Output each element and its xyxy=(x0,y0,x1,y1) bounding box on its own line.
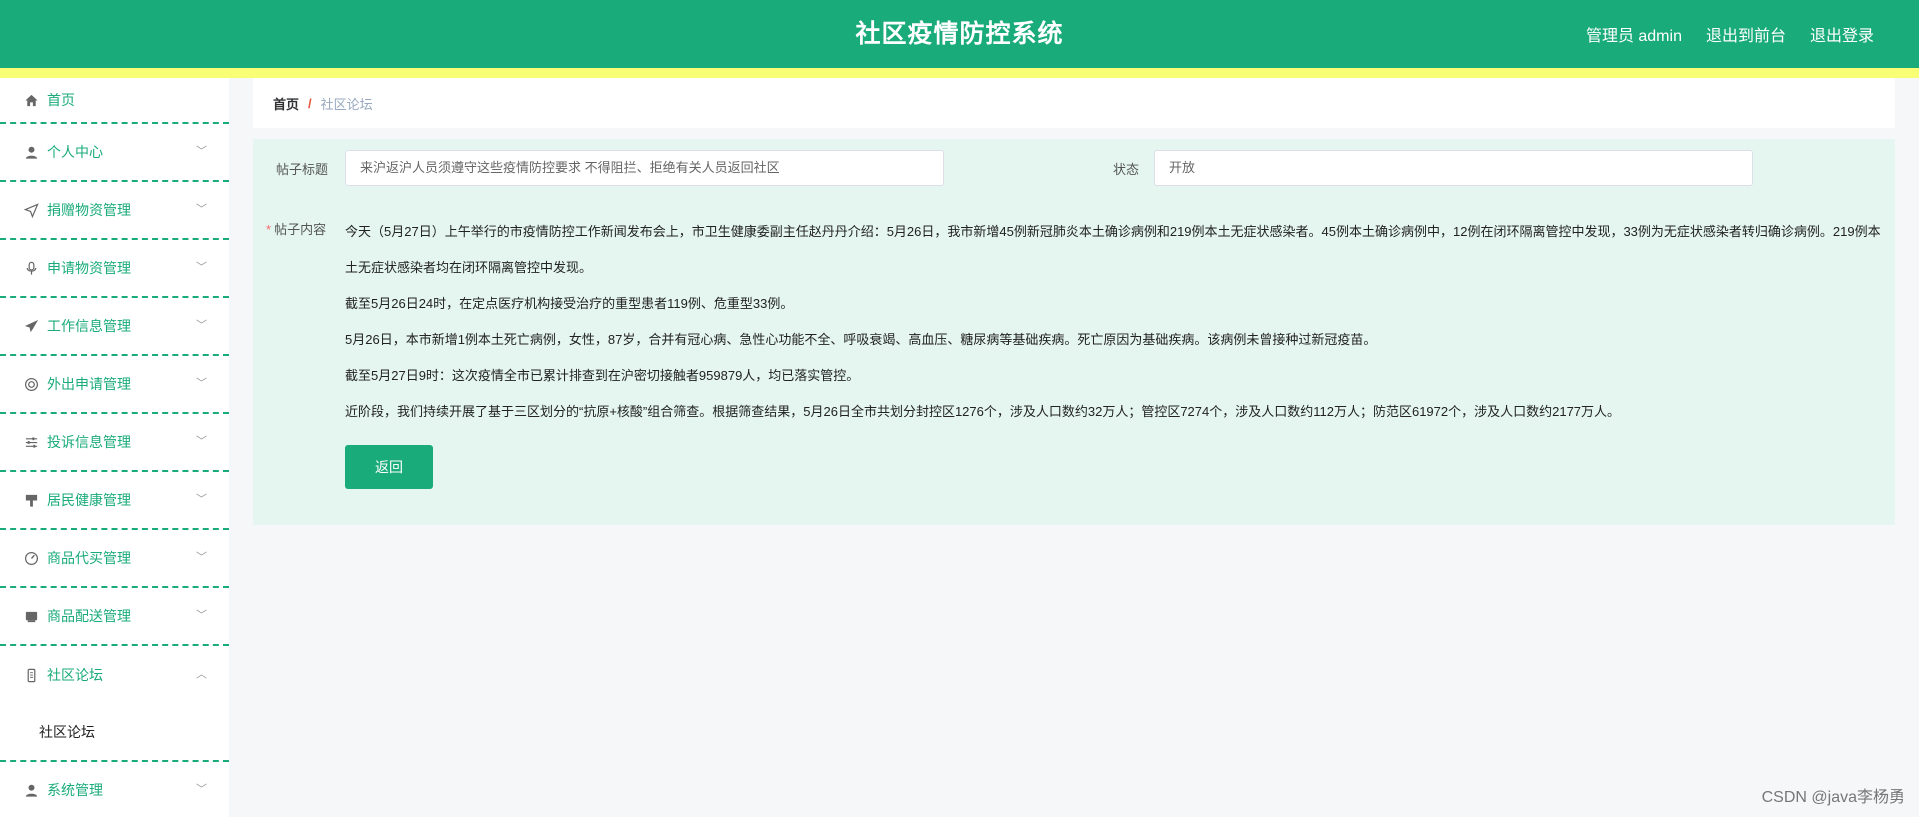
paper-plane-icon xyxy=(23,318,39,334)
content-paragraph: 截至5月26日24时，在定点医疗机构接受治疗的重型患者119例、危重型33例。 xyxy=(345,296,794,311)
chevron-down-icon: ﹀ xyxy=(196,435,207,448)
sidebar-item-donation[interactable]: 捐赠物资管理 ﹀ xyxy=(0,182,229,240)
chevron-down-icon: ﹀ xyxy=(196,783,207,796)
sidebar-item-label: 系统管理 xyxy=(47,782,103,798)
post-content-label: * 帖子内容 xyxy=(266,219,326,238)
sidebar-item-label: 居民健康管理 xyxy=(47,492,131,508)
sidebar-item-apply-supplies[interactable]: 申请物资管理 ﹀ xyxy=(0,240,229,298)
breadcrumb: 首页 / 社区论坛 xyxy=(253,78,1895,128)
chevron-down-icon: ﹀ xyxy=(196,319,207,332)
post-content-label-text: 帖子内容 xyxy=(274,222,327,237)
sidebar-item-label: 申请物资管理 xyxy=(47,260,131,276)
post-content: 今天（5月27日）上午举行的市疫情防控工作新闻发布会上，市卫生健康委副主任赵丹丹… xyxy=(345,214,1885,430)
sidebar-item-label: 投诉信息管理 xyxy=(47,434,131,450)
sidebar-item-complaints[interactable]: 投诉信息管理 ﹀ xyxy=(0,414,229,472)
user-icon xyxy=(23,782,39,798)
post-title-label: 帖子标题 xyxy=(276,162,329,177)
chevron-down-icon: ﹀ xyxy=(196,493,207,506)
sidebar-item-system[interactable]: 系统管理 ﹀ xyxy=(0,762,229,817)
box-icon xyxy=(23,608,39,624)
chevron-down-icon: ﹀ xyxy=(196,261,207,274)
content-paragraph: 截至5月27日9时：这次疫情全市已累计排查到在沪密切接触者959879人，均已落… xyxy=(345,368,860,383)
header-nav: 管理员 admin 退出到前台 退出登录 xyxy=(1586,0,1874,68)
content-paragraph: 近阶段，我们持续开展了基于三区划分的“抗原+核酸”组合筛查。根据筛查结果，5月2… xyxy=(345,404,1621,419)
sidebar-item-label: 工作信息管理 xyxy=(47,318,131,334)
phone-icon xyxy=(23,667,39,683)
sidebar-item-forum[interactable]: 社区论坛 ︿ xyxy=(0,646,229,704)
breadcrumb-separator: / xyxy=(308,95,312,111)
send-icon xyxy=(23,202,39,218)
chevron-down-icon: ﹀ xyxy=(196,551,207,564)
content-paragraph: 5月26日，本市新增1例本土死亡病例，女性，87岁，合并有冠心病、急性心功能不全… xyxy=(345,332,1377,347)
user-icon xyxy=(23,144,39,160)
brush-icon xyxy=(23,492,39,508)
sidebar-item-label: 捐赠物资管理 xyxy=(47,202,131,218)
breadcrumb-home[interactable]: 首页 xyxy=(273,94,299,113)
sidebar: 首页 个人中心 ﹀ 捐赠物资管理 ﹀ 申请物资管理 ﹀ 工作信息管理 ﹀ 外出申… xyxy=(0,78,229,817)
exit-to-front-link[interactable]: 退出到前台 xyxy=(1706,22,1786,46)
breadcrumb-current: 社区论坛 xyxy=(320,96,373,112)
microphone-icon xyxy=(23,260,39,276)
chevron-down-icon: ﹀ xyxy=(196,609,207,622)
sidebar-item-home[interactable]: 首页 xyxy=(0,78,229,124)
admin-label: 管理员 admin xyxy=(1585,28,1682,45)
watermark: CSDN @java李杨勇 xyxy=(1761,789,1905,806)
logout-link[interactable]: 退出登录 xyxy=(1810,22,1874,46)
chevron-down-icon: ﹀ xyxy=(196,145,207,158)
sidebar-item-outing-apply[interactable]: 外出申请管理 ﹀ xyxy=(0,356,229,414)
content-paragraph: 今天（5月27日）上午举行的市疫情防控工作新闻发布会上，市卫生健康委副主任赵丹丹… xyxy=(345,224,1881,275)
back-button[interactable]: 返回 xyxy=(345,445,433,489)
status-input[interactable]: 开放 xyxy=(1154,150,1753,186)
lifebuoy-icon xyxy=(23,376,39,392)
sidebar-item-purchase-agent[interactable]: 商品代买管理 ﹀ xyxy=(0,530,229,588)
sidebar-item-delivery[interactable]: 商品配送管理 ﹀ xyxy=(0,588,229,646)
sliders-icon xyxy=(23,434,39,450)
sidebar-item-label: 个人中心 xyxy=(47,144,103,160)
sidebar-item-label: 社区论坛 xyxy=(47,667,103,683)
sidebar-item-work-info[interactable]: 工作信息管理 ﹀ xyxy=(0,298,229,356)
chevron-down-icon: ﹀ xyxy=(196,377,207,390)
chevron-down-icon: ﹀ xyxy=(196,203,207,216)
sidebar-item-resident-health[interactable]: 居民健康管理 ﹀ xyxy=(0,472,229,530)
sidebar-item-label: 商品代买管理 xyxy=(47,550,131,566)
sidebar-item-label: 外出申请管理 xyxy=(47,376,131,392)
required-mark: * xyxy=(266,222,272,237)
sidebar-subitem-forum[interactable]: 社区论坛 xyxy=(0,704,229,762)
post-detail-form: 帖子标题 来沪返沪人员须遵守这些疫情防控要求 不得阻拦、拒绝有关人员返回社区 状… xyxy=(253,139,1895,525)
sidebar-item-personal-center[interactable]: 个人中心 ﹀ xyxy=(0,124,229,182)
gauge-icon xyxy=(23,550,39,566)
home-icon xyxy=(23,92,39,108)
top-header: 社区疫情防控系统 管理员 admin 退出到前台 退出登录 xyxy=(0,0,1919,68)
post-title-input[interactable]: 来沪返沪人员须遵守这些疫情防控要求 不得阻拦、拒绝有关人员返回社区 xyxy=(345,150,944,186)
status-label: 状态 xyxy=(1113,162,1140,177)
accent-bar xyxy=(0,68,1919,78)
main-area: 首页 / 社区论坛 帖子标题 来沪返沪人员须遵守这些疫情防控要求 不得阻拦、拒绝… xyxy=(253,78,1895,525)
sidebar-item-label: 商品配送管理 xyxy=(47,608,131,624)
chevron-up-icon: ︿ xyxy=(196,668,207,681)
sidebar-item-label: 首页 xyxy=(47,92,75,108)
